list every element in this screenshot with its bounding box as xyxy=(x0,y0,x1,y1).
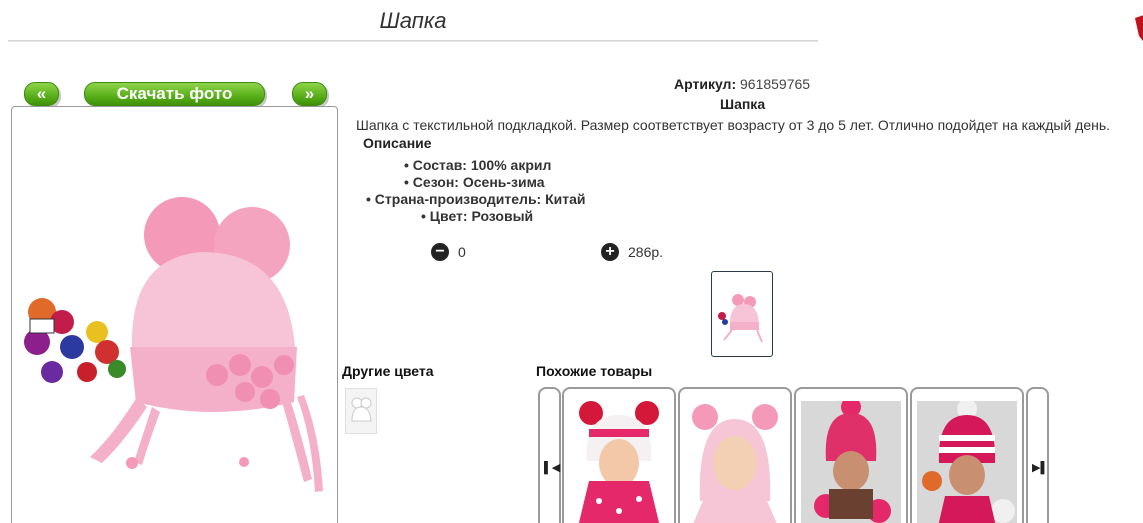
download-photo-button[interactable]: Скачать фото xyxy=(84,82,265,106)
pink-balaclava-image xyxy=(692,404,778,523)
similar-prev-button[interactable]: ▌◀ xyxy=(538,387,561,523)
white-hat-image xyxy=(351,397,372,422)
similar-product-card[interactable] xyxy=(794,387,908,523)
quantity-value: 0 xyxy=(458,244,466,260)
sku-line: Артикул: 961859765 xyxy=(674,76,810,92)
similar-product-card[interactable] xyxy=(678,387,792,523)
minus-circle-icon[interactable]: − xyxy=(431,243,449,261)
color-variant-white[interactable] xyxy=(345,388,377,434)
photo-thumbnail[interactable] xyxy=(711,271,773,357)
other-colors-heading: Другие цвета xyxy=(342,363,434,379)
page-title: Шапка xyxy=(379,8,447,33)
sku-label: Артикул: xyxy=(674,76,737,92)
attribute-composition: Состав: 100% акрил xyxy=(404,157,552,173)
plus-circle-icon[interactable]: + xyxy=(601,243,619,261)
description-heading: Описание xyxy=(363,135,432,151)
similar-product-card[interactable] xyxy=(910,387,1024,523)
title-divider xyxy=(8,40,818,42)
bookmark-ribbon-icon[interactable] xyxy=(1133,14,1143,46)
skip-forward-icon: ▶▌ xyxy=(1032,462,1049,474)
skip-back-icon: ▌◀ xyxy=(544,462,561,474)
striped-hat-image xyxy=(917,401,1017,523)
similar-products-heading: Похожие товары xyxy=(536,363,653,379)
pink-hat-image xyxy=(24,197,323,492)
attribute-season: Сезон: Осень-зима xyxy=(404,174,545,190)
red-pompom-hat-image xyxy=(801,401,901,523)
similar-product-card[interactable] xyxy=(562,387,676,523)
attribute-country: Страна-производитель: Китай xyxy=(366,191,586,207)
attribute-color: Цвет: Розовый xyxy=(421,208,533,224)
product-description: Шапка с текстильной подкладкой. Размер с… xyxy=(356,117,1111,133)
helmet-hat-image xyxy=(578,401,660,523)
prev-photo-button[interactable]: « xyxy=(24,82,59,106)
price-value: 286р. xyxy=(628,244,664,260)
next-photo-button[interactable]: » xyxy=(292,82,327,106)
similar-next-button[interactable]: ▶▌ xyxy=(1026,387,1049,523)
flower-bouquet xyxy=(24,298,126,383)
product-page: Шапка « Скачать фото » Артикул: 96185976… xyxy=(0,0,1143,523)
main-product-photo[interactable] xyxy=(11,106,338,523)
product-name: Шапка xyxy=(720,96,766,112)
thumbnail-hat-image xyxy=(718,294,763,343)
sku-value: 961859765 xyxy=(740,76,811,92)
